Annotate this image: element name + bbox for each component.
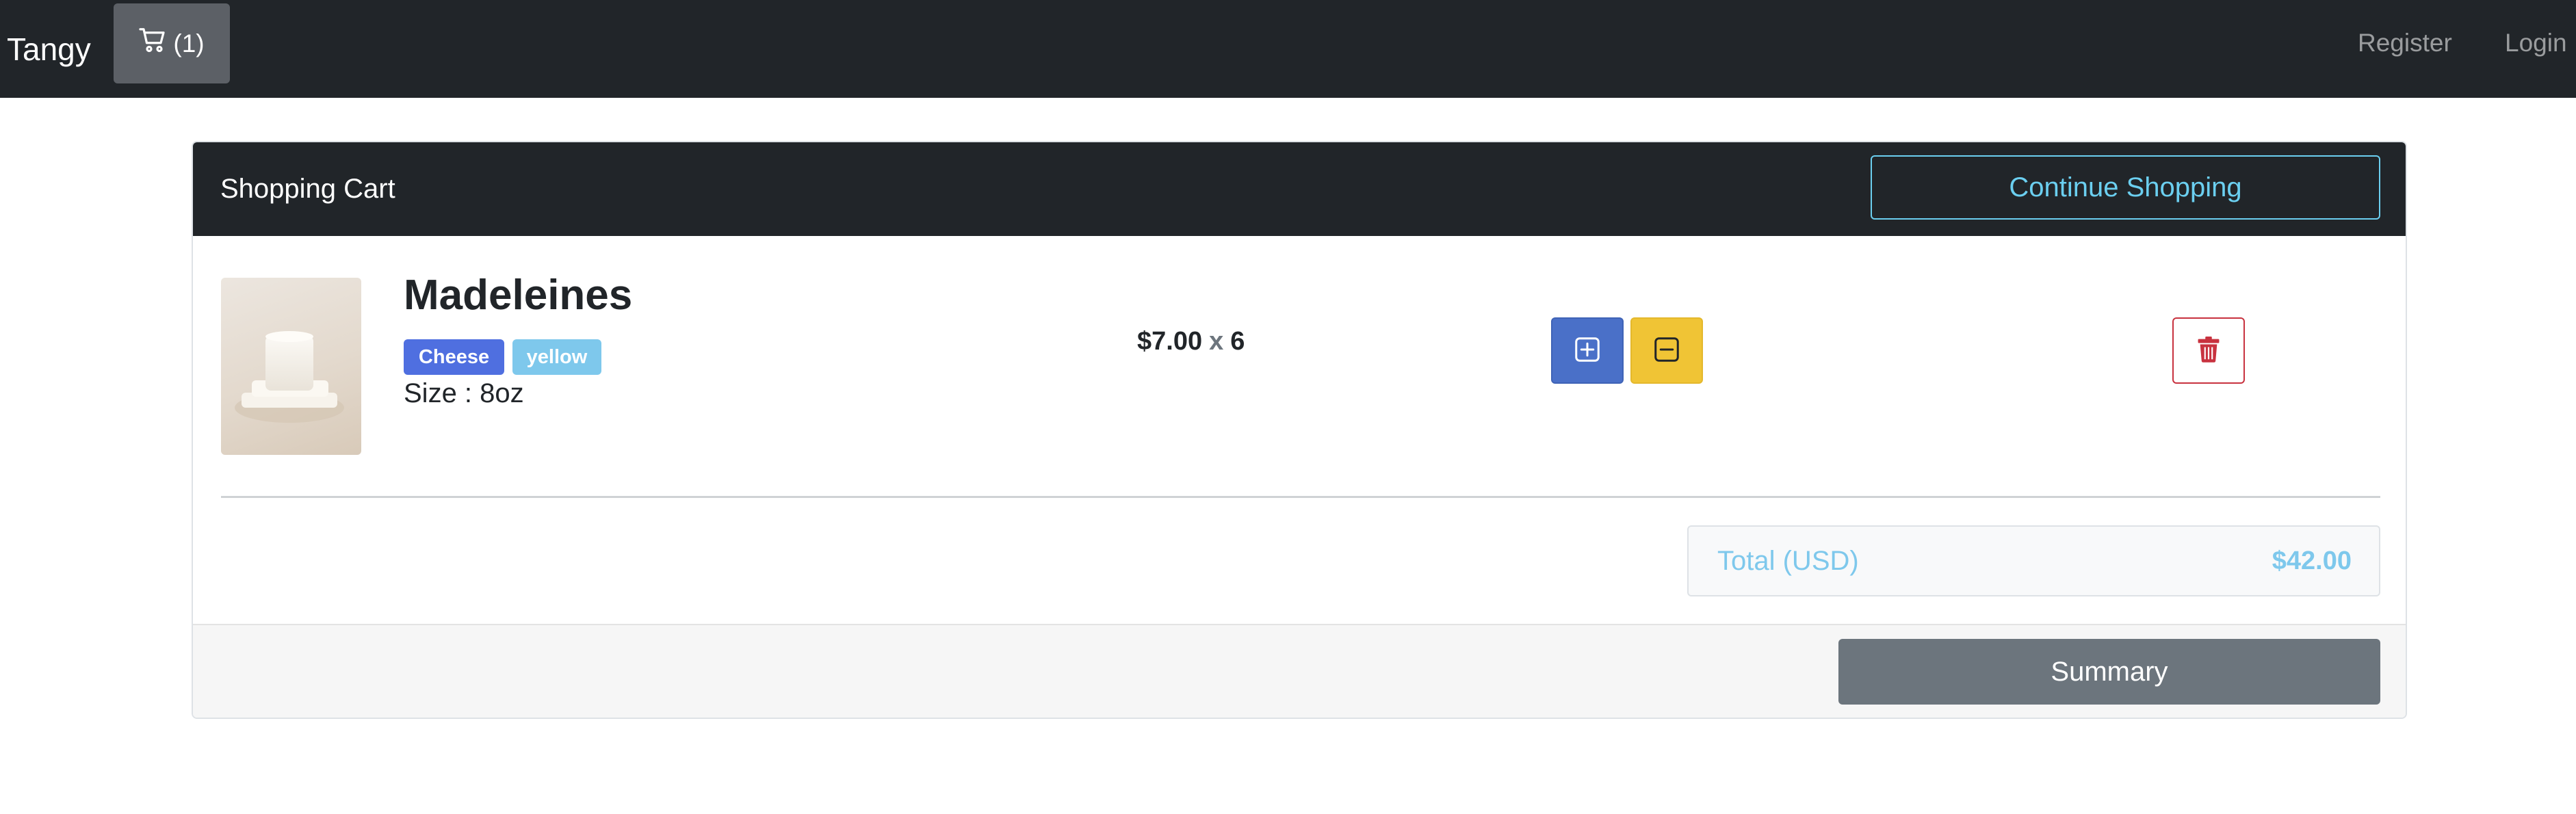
login-link[interactable]: Login — [2505, 0, 2567, 86]
item-divider — [221, 496, 2380, 498]
cart-title: Shopping Cart — [220, 174, 395, 204]
shopping-cart-card: Shopping Cart Continue Shopping Madelein… — [192, 141, 2407, 719]
continue-shopping-button[interactable]: Continue Shopping — [1871, 155, 2380, 220]
summary-button[interactable]: Summary — [1838, 639, 2380, 705]
top-navbar: Tangy (1) Register Login — [0, 0, 2576, 98]
quantity-value: 6 — [1230, 327, 1245, 356]
total-summary: Total (USD) $42.00 — [1687, 525, 2380, 596]
product-size: Size : 8oz — [404, 378, 524, 408]
trash-icon — [2197, 337, 2220, 365]
price-quantity: $7.00 x 6 — [1137, 327, 1245, 356]
color-badge: yellow — [512, 339, 601, 375]
plus-square-icon — [1574, 336, 1601, 365]
total-value: $42.00 — [2272, 546, 2352, 575]
remove-item-button[interactable] — [2172, 317, 2245, 384]
cart-footer: Summary — [193, 624, 2406, 718]
category-badge: Cheese — [404, 339, 504, 375]
register-link[interactable]: Register — [2358, 0, 2452, 86]
cart-count: (1) — [173, 29, 205, 57]
cart-header: Shopping Cart Continue Shopping — [193, 142, 2406, 236]
product-name: Madeleines — [404, 272, 633, 319]
cart-icon — [139, 27, 166, 60]
decrease-quantity-button[interactable] — [1630, 317, 1703, 384]
increase-quantity-button[interactable] — [1551, 317, 1624, 384]
total-label: Total (USD) — [1717, 545, 1859, 576]
minus-square-icon — [1653, 336, 1680, 365]
brand-link[interactable]: Tangy — [7, 0, 91, 98]
product-image — [221, 278, 361, 455]
unit-price: $7.00 — [1137, 327, 1203, 356]
cart-button[interactable]: (1) — [114, 3, 230, 83]
times-sign: x — [1209, 327, 1224, 356]
